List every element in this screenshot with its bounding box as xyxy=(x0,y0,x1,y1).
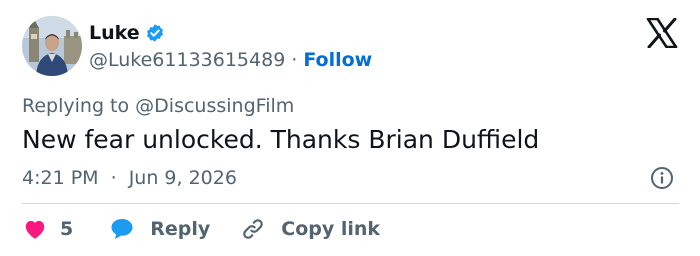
copy-link-button[interactable]: Copy link xyxy=(240,213,380,245)
user-handle[interactable]: @Luke61133615489 xyxy=(89,48,285,72)
separator: · xyxy=(110,167,117,189)
link-icon xyxy=(240,216,266,242)
copy-link-label: Copy link xyxy=(281,218,381,240)
info-icon[interactable] xyxy=(650,166,674,190)
tweet-timestamp[interactable]: 4:21 PM · Jun 9, 2026 xyxy=(22,165,237,191)
x-logo-icon[interactable] xyxy=(646,17,678,49)
name-row: Luke xyxy=(89,21,165,45)
reply-label: Reply xyxy=(150,218,211,240)
reply-button[interactable]: Reply xyxy=(109,213,210,245)
action-bar: 5 Reply Copy link xyxy=(22,213,380,245)
like-count: 5 xyxy=(60,218,74,240)
like-button[interactable]: 5 xyxy=(22,213,73,245)
replying-to-label: Replying to xyxy=(22,95,130,117)
verified-badge-icon xyxy=(145,23,165,43)
avatar[interactable] xyxy=(22,16,82,76)
follow-button[interactable]: Follow xyxy=(303,48,372,72)
tweet-date: Jun 9, 2026 xyxy=(128,167,237,189)
mention-link[interactable]: @DiscussingFilm xyxy=(135,95,294,117)
tweet-time: 4:21 PM xyxy=(22,167,99,189)
tweet-text: New fear unlocked. Thanks Brian Duffield xyxy=(22,125,540,154)
speech-bubble-icon xyxy=(109,216,135,242)
tweet-card: Luke @Luke61133615489 · Follow Replying … xyxy=(0,0,700,256)
replying-to: Replying to @DiscussingFilm xyxy=(22,94,294,118)
heart-icon xyxy=(22,216,48,242)
display-name[interactable]: Luke xyxy=(89,21,140,45)
handle-row: @Luke61133615489 · Follow xyxy=(89,48,372,72)
separator: · xyxy=(291,49,298,71)
divider xyxy=(22,203,679,204)
